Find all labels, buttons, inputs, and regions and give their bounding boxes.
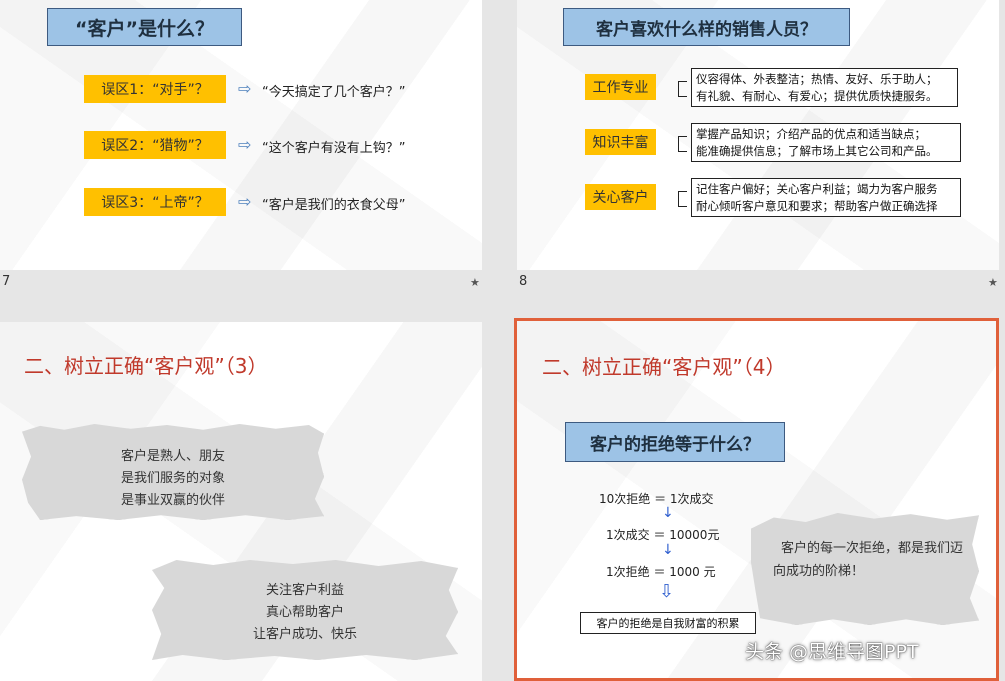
arrow-right-icon: ⇨ bbox=[238, 192, 252, 211]
trait-2-line-2: 能准确提供信息；了解市场上其它公司和产品。 bbox=[696, 144, 938, 158]
paper-3-line-2: 向成功的阶梯！ bbox=[773, 564, 865, 579]
trait-3-line-2: 耐心倾听客户意见和要求；帮助客户做正确选择 bbox=[696, 199, 938, 213]
misconception-3-label: 误区3：“上帝”？ bbox=[84, 188, 226, 216]
bracket bbox=[678, 81, 687, 97]
trait-1-line-1: 仪容得体、外表整洁；热情、友好、乐于助人； bbox=[696, 72, 938, 86]
trait-3-label: 关心客户 bbox=[585, 184, 656, 210]
slide-7-number: 7 bbox=[2, 274, 11, 289]
slide-10-title: 二、树立正确“客户观”（4） bbox=[542, 355, 786, 379]
trait-3-line-1: 记住客户偏好；关心客户利益；竭力为客户服务 bbox=[696, 182, 938, 196]
paper-2-text: 关注客户利益 真心帮助客户 让客户成功、快乐 bbox=[152, 580, 458, 646]
slide-7[interactable]: “客户”是什么？ 误区1：“对手”？ ⇨ “今天搞定了几个客户？” 误区2：“猎… bbox=[0, 0, 482, 270]
paper-1-line-3: 是事业双赢的伙伴 bbox=[120, 493, 225, 508]
torn-paper-note-3: 客户的每一次拒绝，都是我们迈 向成功的阶梯！ bbox=[751, 513, 979, 625]
equation-2: 1次成交 ＝ 10000元 bbox=[606, 528, 720, 542]
slide-9[interactable]: 二、树立正确“客户观”（3） 客户是熟人、朋友 是我们服务的对象 是事业双赢的伙… bbox=[0, 322, 482, 681]
arrow-down-icon: ↓ bbox=[662, 542, 674, 558]
trait-2-label: 知识丰富 bbox=[585, 129, 656, 155]
paper-1-line-1: 客户是熟人、朋友 bbox=[120, 449, 225, 464]
misconception-1-label: 误区1：“对手”？ bbox=[84, 75, 226, 103]
slide-9-title: 二、树立正确“客户观”（3） bbox=[24, 354, 268, 378]
trait-1-label: 工作专业 bbox=[585, 74, 656, 100]
conclusion-box: 客户的拒绝是自我财富的积累 bbox=[580, 612, 756, 634]
slide-8-transition-star-icon[interactable]: ★ bbox=[988, 276, 998, 289]
torn-paper-note-2: 关注客户利益 真心帮助客户 让客户成功、快乐 bbox=[152, 560, 458, 660]
trait-1-description: 仪容得体、外表整洁；热情、友好、乐于助人； 有礼貌、有耐心、有爱心；提供优质快捷… bbox=[691, 68, 958, 107]
paper-2-line-1: 关注客户利益 bbox=[265, 583, 344, 598]
equation-3: 1次拒绝 ＝ 1000 元 bbox=[606, 565, 716, 579]
trait-2-line-1: 掌握产品知识；介绍产品的优点和适当缺点； bbox=[696, 127, 926, 141]
slide-8-title: 客户喜欢什么样的销售人员？ bbox=[563, 8, 850, 46]
arrow-right-icon: ⇨ bbox=[238, 135, 252, 154]
slide-10-selected[interactable]: 二、树立正确“客户观”（4） 客户的拒绝等于什么？ 10次拒绝 ＝ 1次成交 ↓… bbox=[514, 318, 999, 681]
bracket bbox=[678, 191, 687, 207]
arrow-right-icon: ⇨ bbox=[238, 79, 252, 98]
trait-1-line-2: 有礼貌、有耐心、有爱心；提供优质快捷服务。 bbox=[696, 89, 938, 103]
misconception-2-label: 误区2：“猎物”？ bbox=[84, 131, 226, 159]
misconception-2-text: “这个客户有没有上钩？” bbox=[262, 141, 406, 156]
slide-8[interactable]: 客户喜欢什么样的销售人员？ 工作专业 仪容得体、外表整洁；热情、友好、乐于助人；… bbox=[517, 0, 999, 270]
slide-7-transition-star-icon[interactable]: ★ bbox=[470, 276, 480, 289]
paper-1-text: 客户是熟人、朋友 是我们服务的对象 是事业双赢的伙伴 bbox=[22, 446, 324, 512]
paper-2-line-3: 让客户成功、快乐 bbox=[252, 627, 357, 642]
hollow-arrow-down-icon: ⇩ bbox=[659, 581, 675, 602]
arrow-down-icon: ↓ bbox=[662, 505, 674, 521]
slide-7-title: “客户”是什么？ bbox=[47, 8, 242, 46]
torn-paper-note-1: 客户是熟人、朋友 是我们服务的对象 是事业双赢的伙伴 bbox=[22, 424, 324, 520]
misconception-1-text: “今天搞定了几个客户？” bbox=[262, 85, 406, 100]
paper-3-text: 客户的每一次拒绝，都是我们迈 向成功的阶梯！ bbox=[773, 537, 963, 583]
equation-1: 10次拒绝 ＝ 1次成交 bbox=[599, 492, 714, 506]
paper-3-line-1: 客户的每一次拒绝，都是我们迈 bbox=[781, 541, 964, 556]
slide-8-number: 8 bbox=[519, 274, 528, 289]
misconception-3-text: “客户是我们的衣食父母” bbox=[262, 198, 406, 213]
trait-3-description: 记住客户偏好；关心客户利益；竭力为客户服务 耐心倾听客户意见和要求；帮助客户做正… bbox=[691, 178, 961, 217]
paper-1-line-2: 是我们服务的对象 bbox=[120, 471, 225, 486]
trait-2-description: 掌握产品知识；介绍产品的优点和适当缺点； 能准确提供信息；了解市场上其它公司和产… bbox=[691, 123, 961, 162]
slide-10-box-title: 客户的拒绝等于什么？ bbox=[565, 422, 785, 462]
paper-2-line-2: 真心帮助客户 bbox=[265, 605, 344, 620]
watermark: 头条 @思维导图PPT bbox=[745, 641, 919, 663]
bracket bbox=[678, 136, 687, 152]
